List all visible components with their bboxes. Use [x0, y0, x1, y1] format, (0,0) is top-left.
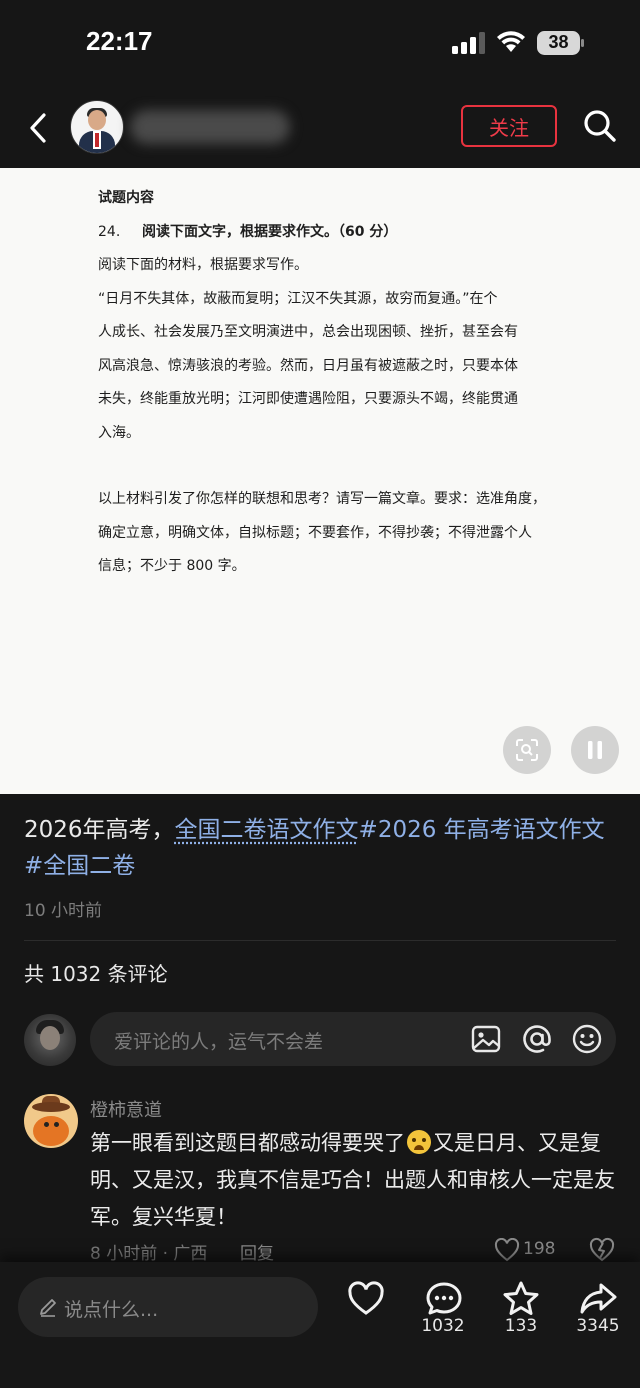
comment-text: 第一眼看到这题目都感动得要哭了 又是日月、又是复明、又是汉，我真不信是巧合！出题人…	[90, 1125, 620, 1236]
pause-button[interactable]	[571, 726, 619, 774]
doc-title: 试题内容	[98, 190, 154, 206]
scan-icon	[516, 739, 538, 761]
hashtag-link[interactable]: #2026 年高考语文作文	[359, 817, 605, 843]
bottom-action-bar: 说点什么... 1032 133 3345	[0, 1262, 640, 1388]
search-icon[interactable]	[582, 108, 618, 144]
back-icon[interactable]	[24, 110, 52, 146]
share-icon[interactable]	[578, 1279, 618, 1319]
author-avatar[interactable]	[70, 100, 124, 154]
doc-question-number: 24.	[98, 223, 121, 240]
caption-prefix: 2026年高考，	[24, 817, 175, 843]
hashtag-link[interactable]: #全国二卷	[24, 853, 135, 879]
divider	[24, 940, 616, 941]
comment-count-header: 共 1032 条评论	[24, 962, 168, 986]
comment-icon[interactable]	[424, 1279, 464, 1319]
doc-material-line: 风高浪急、惊涛骇浪的考验。然而，日月虽有被遮蔽之时，只要本体	[98, 357, 518, 374]
doc-intro: 阅读下面的材料，根据要求写作。	[98, 257, 308, 273]
star-icon[interactable]	[501, 1279, 541, 1319]
at-icon[interactable]	[521, 1023, 553, 1055]
post-image[interactable]: 试题内容 24. 阅读下面文字，根据要求作文。（60 分） 阅读下面的材料，根据要…	[0, 168, 640, 794]
status-bar: 22:17 38	[0, 0, 640, 88]
image-icon[interactable]	[470, 1023, 502, 1055]
comment-meta: 8 小时前 · 广西	[90, 1244, 208, 1264]
wifi-icon	[497, 31, 525, 52]
doc-requirement-line: 确定立意，明确文体，自拟标题；不要套作，不得抄袭；不得泄露个人	[98, 524, 532, 541]
battery-level: 38	[548, 32, 569, 52]
post-caption: 2026年高考，全国二卷语文作文#2026 年高考语文作文 #全国二卷	[24, 812, 624, 884]
author-name-blurred[interactable]	[130, 110, 290, 144]
pen-icon	[40, 1299, 56, 1317]
comment-like-count: 198	[523, 1239, 556, 1259]
emoji-icon[interactable]	[571, 1023, 603, 1055]
battery-icon: 38	[537, 31, 585, 55]
comment-count: 1032	[421, 1316, 465, 1336]
say-something-input[interactable]: 说点什么...	[18, 1277, 318, 1337]
doc-material-line: “日月不失其体，故蔽而复明；江汉不失其源，故穷而复通。”在个	[98, 290, 498, 307]
follow-button[interactable]: 关注	[461, 105, 557, 147]
nav-bar: 关注	[0, 88, 640, 168]
heart-icon[interactable]	[346, 1279, 386, 1319]
doc-requirement-line: 以上材料引发了你怎样的联想和思考？请写一篇文章。要求：选准角度，	[98, 491, 546, 507]
scan-button[interactable]	[503, 726, 551, 774]
signal-icon	[452, 32, 485, 54]
star-count: 133	[504, 1316, 538, 1336]
doc-material-line: 入海。	[98, 424, 140, 441]
my-avatar	[24, 1014, 76, 1066]
comment-text-part: 第一眼看到这题目都感动得要哭了	[90, 1131, 405, 1155]
commenter-name[interactable]: 橙柿意道	[90, 1096, 162, 1122]
doc-material-line: 未失，终能重放光明；江河即使遭遇险阻，只要源头不竭，终能贯通	[98, 391, 518, 407]
status-time: 22:17	[86, 26, 153, 56]
doc-material-line: 人成长、社会发展乃至文明演进中，总会出现困顿、挫折，甚至会有	[98, 324, 518, 340]
pause-icon	[588, 741, 602, 759]
doc-question: 24. 阅读下面文字，根据要求作文。（60 分）	[98, 216, 568, 250]
exam-document: 试题内容 24. 阅读下面文字，根据要求作文。（60 分） 阅读下面的材料，根据要…	[98, 182, 568, 584]
say-something-placeholder: 说点什么...	[64, 1299, 159, 1321]
post-time: 10 小时前	[24, 901, 103, 921]
caption-link[interactable]: 全国二卷语文作文	[175, 817, 359, 843]
doc-requirement-line: 信息；不少于 800 字。	[98, 558, 246, 574]
comment-placeholder: 爱评论的人，运气不会差	[114, 1031, 324, 1053]
crying-emoji-icon	[407, 1130, 431, 1154]
dislike-icon[interactable]	[589, 1237, 615, 1263]
comment-input[interactable]: 爱评论的人，运气不会差	[90, 1012, 616, 1066]
commenter-avatar[interactable]	[24, 1094, 78, 1148]
doc-question-title: 阅读下面文字，根据要求作文。（60 分）	[142, 223, 398, 240]
share-count: 3345	[576, 1316, 620, 1336]
heart-icon[interactable]	[494, 1238, 520, 1262]
reply-button[interactable]: 回复	[240, 1239, 274, 1264]
